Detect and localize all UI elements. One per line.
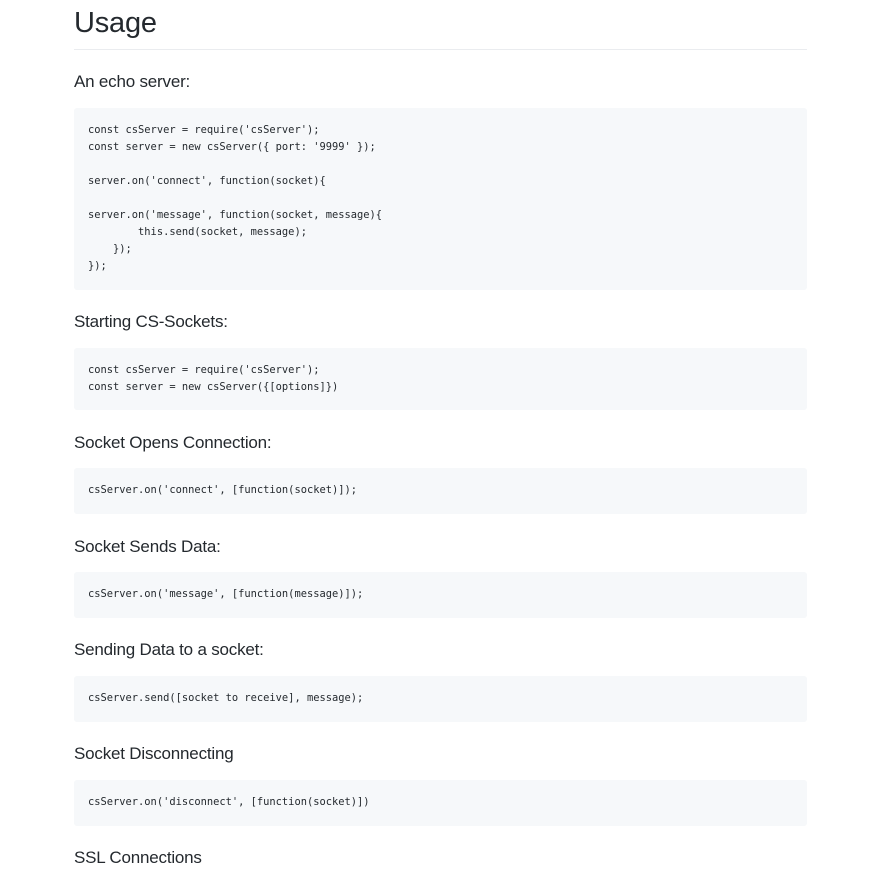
section-ssl-connections: SSL Connections: [74, 847, 807, 869]
section-echo-server: An echo server:: [74, 71, 807, 93]
section-heading: SSL Connections: [74, 848, 202, 867]
code-line: const csServer = require('csServer');: [88, 364, 320, 376]
section-heading: Socket Opens Connection:: [74, 433, 272, 452]
section-socket-sends: Socket Sends Data:: [74, 536, 807, 558]
code-line: server.on('message', function(socket, me…: [88, 209, 383, 221]
code-block-echo-server[interactable]: const csServer = require('csServer'); co…: [74, 108, 807, 290]
code-line: });: [88, 243, 132, 255]
section-heading: Socket Disconnecting: [74, 744, 234, 763]
code-block-socket-disconnecting[interactable]: csServer.on('disconnect', [function(sock…: [74, 780, 807, 826]
readme-content: Usage An echo server: const csServer = r…: [74, 0, 807, 867]
section-sending-data: Sending Data to a socket:: [74, 639, 807, 661]
code-line: this.send(socket, message);: [88, 226, 307, 238]
section-heading: Sending Data to a socket:: [74, 640, 264, 659]
code-line: csServer.on('message', [function(message…: [88, 588, 364, 600]
code-line: csServer.on('disconnect', [function(sock…: [88, 796, 370, 808]
code-line: const server = new csServer({ port: '999…: [88, 141, 376, 153]
section-starting-cs-sockets: Starting CS-Sockets:: [74, 311, 807, 333]
code-block-socket-opens[interactable]: csServer.on('connect', [function(socket)…: [74, 468, 807, 514]
code-line: csServer.on('connect', [function(socket)…: [88, 484, 357, 496]
code-line: csServer.send([socket to receive], messa…: [88, 692, 364, 704]
code-line: });: [88, 260, 107, 272]
section-heading: An echo server:: [74, 72, 191, 91]
section-socket-disconnecting: Socket Disconnecting: [74, 743, 807, 765]
code-block-socket-sends[interactable]: csServer.on('message', [function(message…: [74, 572, 807, 618]
code-line: const csServer = require('csServer');: [88, 124, 320, 136]
code-block-sending-data[interactable]: csServer.send([socket to receive], messa…: [74, 676, 807, 722]
code-block-starting[interactable]: const csServer = require('csServer'); co…: [74, 348, 807, 410]
code-line: const server = new csServer({[options]}): [88, 381, 339, 393]
section-heading: Socket Sends Data:: [74, 537, 221, 556]
page-title: Usage: [74, 0, 807, 50]
code-line: server.on('connect', function(socket){: [88, 175, 326, 187]
section-socket-opens: Socket Opens Connection:: [74, 432, 807, 454]
section-heading: Starting CS-Sockets:: [74, 312, 228, 331]
